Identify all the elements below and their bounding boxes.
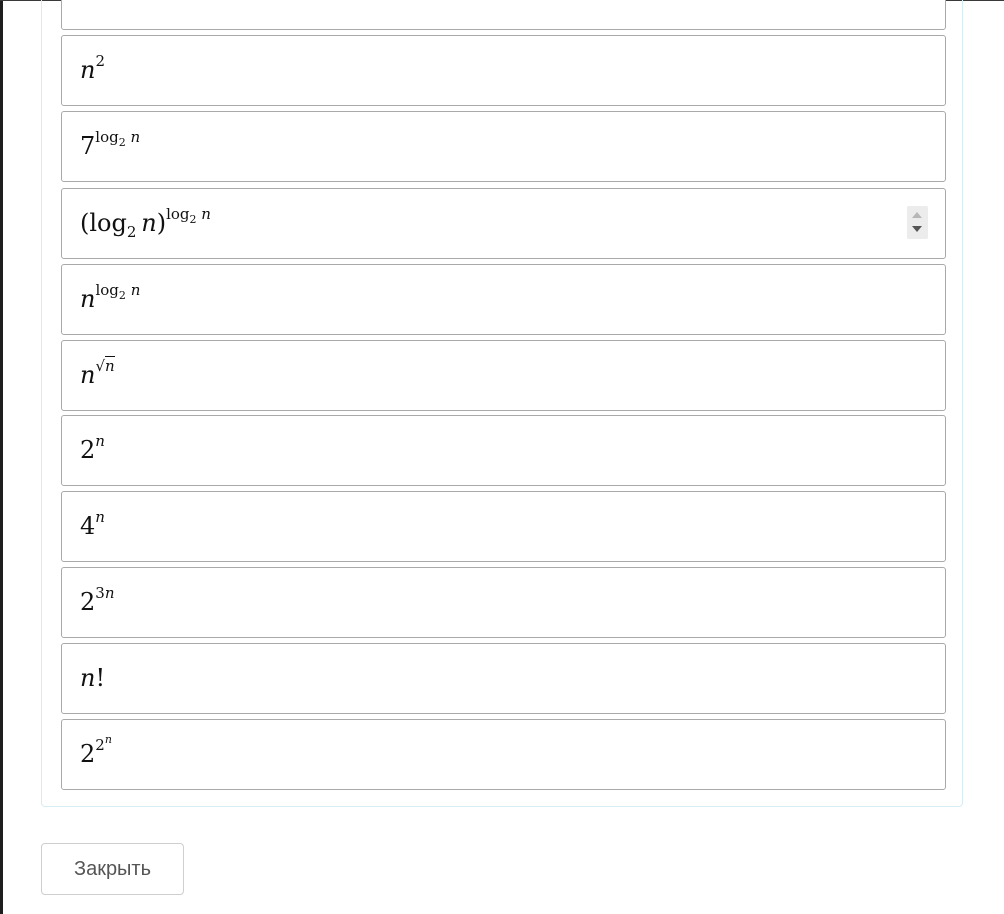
formula-base: 2 <box>80 436 96 464</box>
formula-exp-sub: 2 <box>189 213 197 226</box>
formula-n-squared: n2 <box>80 52 105 91</box>
formula-base: n <box>80 361 96 389</box>
formula-base: 4 <box>80 512 96 540</box>
formula-base: 7 <box>80 132 96 160</box>
triangle-down-icon[interactable] <box>912 226 922 232</box>
sortable-item-four-pow-n[interactable]: 4n <box>61 491 946 562</box>
sortable-item-n-squared[interactable]: n2 <box>61 35 946 106</box>
formula-n-factorial: n! <box>80 660 105 696</box>
sortable-item-seven-pow-log[interactable]: 7log2 n <box>61 111 946 182</box>
sortable-item-clipped[interactable] <box>61 0 946 30</box>
close-button[interactable]: Закрыть <box>41 843 184 895</box>
formula-exponent: √n <box>95 356 115 375</box>
formula-exp-base: 2 <box>95 736 105 754</box>
formula-two-pow-n: 2n <box>80 432 105 471</box>
formula-open-paren: ( <box>80 209 90 237</box>
formula-var: n <box>141 209 157 237</box>
formula-factorial-sign: ! <box>95 664 106 692</box>
formula-exponent: 2 <box>95 52 106 70</box>
formula-exponent: log2 n <box>95 281 141 302</box>
window-edge <box>0 0 3 914</box>
formula-close-paren: ) <box>156 209 167 237</box>
formula-n-pow-sqrt: n√n <box>80 356 115 396</box>
formula-exp-fn: log <box>166 205 190 223</box>
formula-base: n <box>80 285 96 313</box>
formula-exp-var: n <box>130 281 141 299</box>
sortable-item-n-factorial[interactable]: n! <box>61 643 946 714</box>
formula-exp-sub: 2 <box>118 289 126 302</box>
formula-log-pow-log: (log2 n)log2 n <box>80 205 211 246</box>
formula-four-pow-n: 4n <box>80 508 105 547</box>
formula-exponent: log2 n <box>166 205 211 226</box>
formula-exp-num: 3 <box>95 584 105 602</box>
formula-exponent: 3n <box>95 584 114 602</box>
sortable-item-two-pow-two-pow-n[interactable]: 22n <box>61 719 946 790</box>
sortable-item-two-pow-3n[interactable]: 23n <box>61 567 946 638</box>
formula-exponent: log2 n <box>95 128 141 149</box>
formula-exp-sub: 2 <box>118 136 126 149</box>
formula-two-pow-3n: 23n <box>80 584 115 623</box>
formula-radicand: n <box>105 356 115 375</box>
formula-base: 2 <box>80 588 96 616</box>
formula-exp-fn: log <box>95 281 119 299</box>
formula-exponent: n <box>95 508 105 526</box>
sortable-item-n-pow-sqrt[interactable]: n√n <box>61 340 946 411</box>
formula-fn: log <box>89 209 127 237</box>
sortable-item-two-pow-n[interactable]: 2n <box>61 415 946 486</box>
formula-base: n <box>80 56 96 84</box>
formula-exp-var: n <box>201 205 211 223</box>
formula-two-pow-two-pow-n: 22n <box>80 733 112 777</box>
formula-n-pow-log: nlog2 n <box>80 281 140 322</box>
formula-exp-var: n <box>104 584 115 602</box>
sortable-item-n-pow-log[interactable]: nlog2 n <box>61 264 946 335</box>
triangle-up-icon[interactable] <box>912 212 922 218</box>
formula-base: 2 <box>80 740 96 768</box>
formula-seven-pow-log: 7log2 n <box>80 128 140 169</box>
formula-var: n <box>80 664 96 692</box>
sqrt-icon: √ <box>95 357 106 375</box>
formula-exp-fn: log <box>95 128 119 146</box>
formula-exp-var: n <box>130 128 141 146</box>
sortable-item-log-pow-log[interactable]: (log2 n)log2 n <box>61 188 946 259</box>
formula-exp-exp: n <box>104 733 112 746</box>
order-spinner[interactable] <box>907 206 928 239</box>
formula-exponent: 2n <box>95 733 112 754</box>
formula-sub: 2 <box>126 223 137 241</box>
formula-exponent: n <box>95 432 105 450</box>
